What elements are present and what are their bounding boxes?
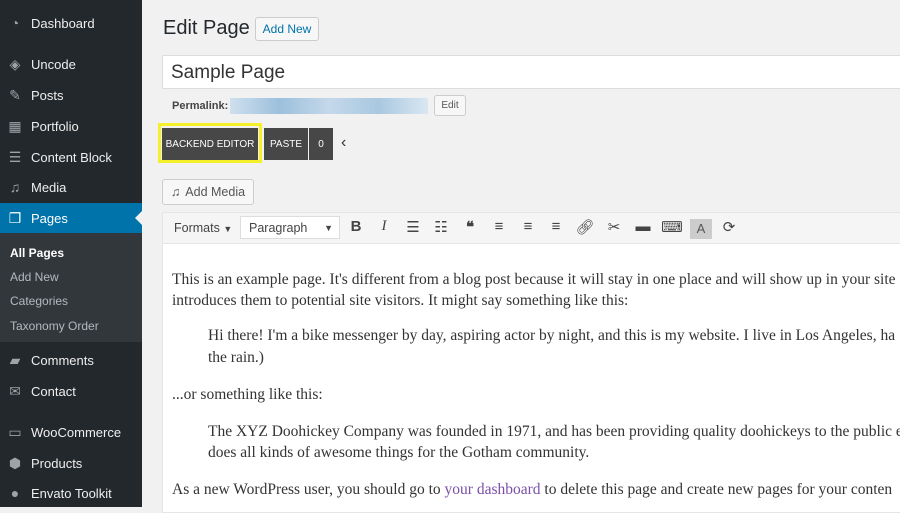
pages-icon: ❐	[8, 210, 22, 226]
blockquote-icon[interactable]: ❝	[459, 218, 481, 236]
blockquote: The XYZ Doohickey Company was founded in…	[208, 423, 900, 440]
layers-icon: ◈	[9, 56, 21, 72]
numbered-list-icon[interactable]: ☷	[430, 218, 452, 236]
toolbar-toggle-icon[interactable]: ⌨	[661, 218, 683, 236]
pin-icon: ✎	[9, 87, 21, 103]
backend-editor-button[interactable]: BACKEND EDITOR	[162, 128, 258, 160]
dashboard-link[interactable]: your dashboard	[445, 481, 541, 498]
chevron-left-icon[interactable]: ‹	[341, 134, 346, 152]
caret-down-icon: ▼	[223, 224, 233, 234]
dashboard-icon: ◔	[10, 15, 20, 31]
leaf-icon: ●	[10, 485, 20, 501]
paste-button[interactable]: PASTE	[264, 128, 308, 160]
sidebar-item-dashboard[interactable]: ◔ Dashboard	[0, 8, 142, 38]
sidebar-item-contact[interactable]: ✉ Contact	[0, 376, 142, 406]
sidebar-item-pages[interactable]: ❐ Pages	[0, 203, 142, 233]
media-icon: ♫	[9, 179, 21, 195]
sidebar-item-media[interactable]: ♫ Media	[0, 172, 142, 202]
title-input[interactable]: Sample Page	[162, 55, 900, 89]
paragraph-select[interactable]: Paragraph ▼	[240, 216, 340, 239]
paragraph: ...or something like this:	[172, 386, 323, 403]
woo-icon: ▭	[8, 424, 22, 440]
sidebar-item-comments[interactable]: ▰ Comments	[0, 345, 142, 375]
paragraph: This is an example page. It's different …	[172, 271, 896, 288]
paste-count: 0	[309, 128, 333, 160]
sidebar-item-portfolio[interactable]: ▦ Portfolio	[0, 111, 142, 141]
sidebar-item-content-block[interactable]: ☰ Content Block	[0, 142, 142, 172]
submenu-all-pages[interactable]: All Pages	[10, 246, 64, 260]
paragraph: introduces them to potential site visito…	[172, 292, 629, 309]
envelope-icon: ✉	[9, 383, 21, 399]
sidebar-item-posts[interactable]: ✎ Posts	[0, 80, 142, 110]
sidebar-item-envato-toolkit[interactable]: ● Envato Toolkit	[0, 478, 142, 508]
comment-icon: ▰	[9, 352, 21, 368]
paragraph: As a new WordPress user, you should go t…	[172, 481, 893, 498]
refresh-icon[interactable]: ⟳	[718, 218, 740, 236]
submenu-taxonomy-order[interactable]: Taxonomy Order	[10, 319, 99, 333]
caret-down-icon: ▼	[324, 223, 333, 233]
submenu-categories[interactable]: Categories	[10, 294, 68, 308]
admin-sidebar: ◔ Dashboard ◈ Uncode ✎ Posts ▦ Portfolio ☰ Co…	[0, 0, 142, 507]
align-right-icon[interactable]: ≡	[545, 218, 567, 235]
bold-icon[interactable]: B	[345, 218, 367, 235]
blockquote: Hi there! I'm a bike messenger by day, a…	[208, 327, 896, 344]
add-new-button[interactable]: Add New	[255, 17, 319, 41]
align-center-icon[interactable]: ≡	[517, 218, 539, 235]
blockquote: does all kinds of awesome things for the…	[208, 444, 590, 461]
sidebar-item-woocommerce[interactable]: ▭ WooCommerce	[0, 417, 142, 447]
editor-content[interactable]: This is an example page. It's different …	[162, 243, 900, 513]
text-color-icon[interactable]: A	[690, 219, 712, 239]
italic-icon[interactable]: I	[373, 218, 395, 235]
blockquote: the rain.)	[208, 349, 264, 366]
sidebar-item-products[interactable]: ⬢ Products	[0, 448, 142, 478]
sidebar-item-uncode[interactable]: ◈ Uncode	[0, 49, 142, 79]
pages-submenu: All Pages Add New Categories Taxonomy Or…	[0, 233, 142, 342]
permalink-edit-button[interactable]: Edit	[434, 95, 466, 116]
formats-dropdown[interactable]: Formats ▼	[174, 221, 232, 235]
permalink-url-blurred[interactable]	[230, 98, 428, 114]
read-more-icon[interactable]: ▬	[632, 218, 654, 235]
portfolio-icon: ▦	[8, 118, 22, 134]
add-media-button[interactable]: ♫ Add Media	[162, 179, 254, 205]
submenu-add-new[interactable]: Add New	[10, 270, 59, 284]
content-block-icon: ☰	[8, 149, 22, 165]
box-icon: ⬢	[8, 455, 22, 471]
align-left-icon[interactable]: ≡	[488, 218, 510, 235]
unlink-icon[interactable]: ✂	[603, 218, 625, 236]
link-icon[interactable]: 🔗︎	[574, 218, 596, 236]
permalink-label: Permalink:	[172, 100, 229, 112]
media-icon: ♫	[170, 185, 181, 199]
bullet-list-icon[interactable]: ☰	[402, 218, 424, 236]
page-title: Edit Page	[163, 17, 250, 39]
